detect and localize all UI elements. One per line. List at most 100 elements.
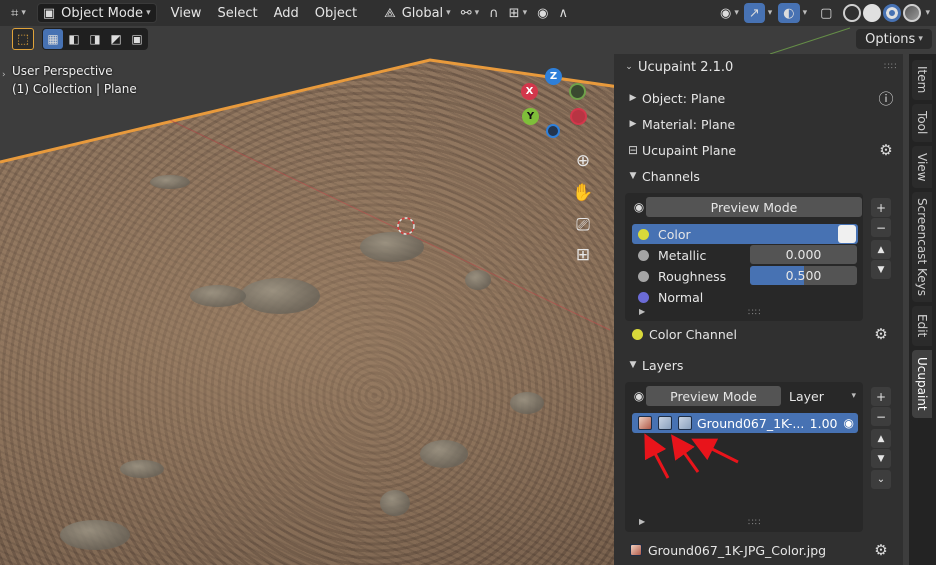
tab-edit[interactable]: Edit [912,306,932,346]
list-expand-arrow-icon[interactable]: ▶ [639,307,645,316]
layer-name: Ground067_1K-... [697,415,805,431]
zoom-icon[interactable]: ⊕ [570,148,596,174]
gizmo-neg-x-axis[interactable] [570,108,587,125]
menu-view[interactable]: View [163,6,210,21]
channel-item-color[interactable]: Color [632,224,858,244]
panel-header-ucupaint[interactable]: ⌄ Ucupaint 2.1.0 [620,56,900,78]
move-channel-up-button[interactable]: ▲ [871,240,891,259]
menu-add[interactable]: Add [266,6,307,21]
extend-selection-button[interactable]: ◧ [64,29,84,49]
image-settings-button[interactable]: ⚙ [870,539,892,561]
camera-view-icon[interactable]: ⎚ [570,212,596,238]
image-row[interactable]: Ground067_1K-JPG_Color.jpg [630,539,910,561]
pivot-button[interactable]: ⚯ ▾ [456,3,484,23]
layer-opacity[interactable]: 1.00 [810,416,838,431]
triangle-up-icon: ▲ [877,244,885,255]
tab-item[interactable]: Item [912,60,932,100]
gear-icon: ⚙ [874,541,888,559]
list-expand-arrow-icon[interactable]: ▶ [639,517,645,526]
object-label: Object: Plane [642,90,726,106]
remove-channel-button[interactable]: − [871,218,891,237]
editor-type-button[interactable]: ⌗ ▾ [6,3,31,23]
color-swatch[interactable] [838,225,856,243]
layer-visibility-eye-icon[interactable]: ◉ [844,416,854,430]
link-icon: ⚯ [460,5,472,21]
move-channel-down-button[interactable]: ▼ [871,260,891,279]
gizmo-x-axis[interactable]: X [521,83,538,100]
expand-arrow-icon: ▶ [629,119,637,129]
move-layer-down-button[interactable]: ▼ [871,449,891,468]
channel-settings-button[interactable]: ⚙ [870,323,892,345]
color-channel-icon [632,328,643,340]
layers-section-header[interactable]: ▼ Layers [624,354,904,376]
object-row[interactable]: ▶ Object: Plane [624,87,904,109]
channels-section-header[interactable]: ▼ Channels [624,165,904,187]
settings-button[interactable]: ⚙ [875,139,897,161]
chevron-down-icon: ▾ [767,8,773,18]
roughness-value: 0.500 [785,268,822,283]
ucupaint-node-row[interactable]: ⊟ Ucupaint Plane [624,139,904,161]
chevron-down-icon: ▾ [802,8,808,18]
collapse-arrow-icon: ⌄ [625,62,633,72]
rock [360,232,424,262]
tab-screencast-keys[interactable]: Screencast Keys [912,192,932,302]
viewport-header: ⌗ ▾ ▣ Object Mode ▾ View Select Add Objec… [0,0,936,26]
annotation-arrow-3 [691,438,739,464]
tab-ucupaint[interactable]: Ucupaint [912,350,932,418]
tab-view[interactable]: View [912,146,932,188]
gizmo-y-axis[interactable]: Y [522,108,539,125]
layer-type-dropdown[interactable]: Layer ▾ [783,386,862,406]
move-layer-up-button[interactable]: ▲ [871,429,891,448]
chevron-down-icon: ▾ [918,34,923,44]
list-resize-grip-icon[interactable]: ∷∷ [748,308,761,318]
falloff-button[interactable]: ∧ [553,3,573,23]
visibility-button[interactable]: ◉ ▾ [715,3,744,23]
drag-grip-icon[interactable]: ∷∷ [884,62,897,72]
toolbar-expand-icon[interactable]: › [2,70,6,80]
tab-label: View [915,152,929,182]
layer-menu-button[interactable]: ⌄ [871,470,891,489]
wireframe-shading-button[interactable] [843,4,862,22]
menu-object[interactable]: Object [307,6,365,21]
overlay-toggle-button[interactable]: ◐ [778,3,800,23]
tab-label: Item [915,66,929,94]
roughness-value-field[interactable]: 0.500 [750,266,857,285]
options-dropdown[interactable]: Options ▾ [856,29,932,49]
tab-tool[interactable]: Tool [912,104,932,142]
channels-preview-mode-button[interactable]: Preview Mode [646,197,862,217]
rock [150,175,190,189]
new-selection-button[interactable]: ▦ [43,29,63,49]
xray-button[interactable]: ▢ [815,3,837,23]
triangle-down-icon: ▼ [877,453,885,464]
perspective-grid-icon[interactable]: ⊞ [570,242,596,268]
info-button[interactable]: ⓘ [875,87,897,109]
layer-source-icon [678,416,692,430]
pan-hand-icon[interactable]: ✋ [570,180,596,206]
mode-dropdown[interactable]: ▣ Object Mode ▾ [36,3,157,23]
gizmo-neg-z-axis[interactable] [546,124,560,138]
snap-target-button[interactable]: ⊞ ▾ [504,3,532,23]
menu-select[interactable]: Select [209,6,265,21]
add-layer-button[interactable]: + [871,387,891,406]
gizmo-toggle-button[interactable]: ↗ [743,3,765,23]
intersect-selection-button[interactable]: ▣ [127,29,147,49]
add-channel-button[interactable]: + [871,198,891,217]
channel-item-normal[interactable]: Normal [632,287,858,307]
gizmo-neg-y-axis[interactable] [569,83,586,100]
gizmo-z-axis[interactable]: Z [545,68,562,85]
proportional-edit-button[interactable]: ◉ [532,3,553,23]
material-preview-shading-button[interactable] [883,4,902,22]
transform-orientation-dropdown[interactable]: ⟁ Global ▾ [379,3,456,23]
snap-button[interactable]: ∩ [484,3,504,23]
color-channel-row[interactable]: Color Channel [630,323,910,345]
metallic-value-field[interactable]: 0.000 [750,245,857,264]
rendered-shading-button[interactable] [903,4,922,22]
invert-selection-button[interactable]: ◩ [106,29,126,49]
remove-layer-button[interactable]: − [871,407,891,426]
subtract-selection-button[interactable]: ◨ [85,29,105,49]
layers-preview-mode-button[interactable]: Preview Mode [646,386,781,406]
select-box-tool-button[interactable]: ⬚ [12,28,34,50]
list-resize-grip-icon[interactable]: ∷∷ [748,518,761,528]
material-row[interactable]: ▶ Material: Plane [624,113,904,135]
solid-shading-button[interactable] [863,4,882,22]
